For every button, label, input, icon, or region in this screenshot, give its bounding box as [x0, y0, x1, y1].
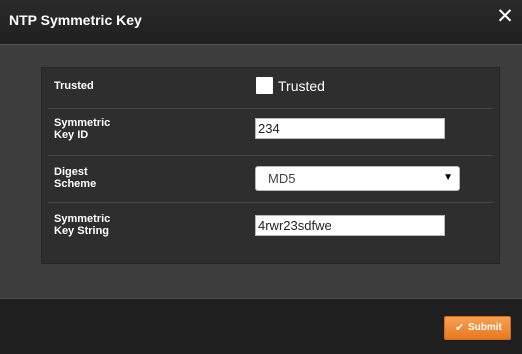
- trusted-checkbox-label[interactable]: Trusted: [278, 78, 325, 94]
- key-id-row: Symmetric Key ID 234: [48, 109, 493, 156]
- digest-scheme-row: Digest Scheme MD5 ▼: [48, 156, 493, 203]
- dialog-footer: ✔ Submit: [0, 298, 522, 354]
- key-string-row: Symmetric Key String 4rwr23sdfwe: [48, 203, 493, 249]
- dialog-title: NTP Symmetric Key: [9, 12, 142, 28]
- check-icon: ✔: [455, 322, 465, 334]
- digest-scheme-label-line1: Digest: [54, 166, 88, 178]
- chevron-down-icon: ▼: [443, 172, 453, 183]
- submit-button[interactable]: ✔ Submit: [444, 316, 511, 340]
- trusted-checkbox[interactable]: [256, 77, 273, 94]
- digest-scheme-label-line2: Scheme: [54, 178, 97, 190]
- key-string-label-line1: Symmetric: [54, 213, 111, 225]
- key-id-label: Symmetric Key ID: [54, 117, 110, 141]
- trusted-label: Trusted: [54, 80, 94, 92]
- key-id-label-line1: Symmetric: [54, 117, 111, 129]
- trusted-row: Trusted Trusted: [48, 68, 493, 109]
- key-id-label-line2: Key ID: [54, 129, 89, 141]
- key-string-label: Symmetric Key String: [54, 213, 110, 237]
- dialog-titlebar: NTP Symmetric Key ✕: [0, 0, 522, 45]
- close-icon[interactable]: ✕: [494, 6, 516, 28]
- ntp-symmetric-key-dialog: NTP Symmetric Key ✕ Trusted Trusted Symm…: [0, 0, 522, 354]
- submit-label: Submit: [468, 322, 502, 333]
- form-panel: Trusted Trusted Symmetric Key ID 234 Dig…: [42, 68, 499, 263]
- digest-scheme-selected: MD5: [268, 171, 296, 186]
- digest-scheme-select[interactable]: MD5 ▼: [255, 166, 460, 191]
- key-string-input[interactable]: 4rwr23sdfwe: [255, 215, 445, 236]
- key-id-input[interactable]: 234: [255, 118, 445, 139]
- dialog-body: Trusted Trusted Symmetric Key ID 234 Dig…: [0, 45, 522, 298]
- digest-scheme-label: Digest Scheme: [54, 166, 96, 190]
- key-string-label-line2: Key String: [54, 225, 110, 237]
